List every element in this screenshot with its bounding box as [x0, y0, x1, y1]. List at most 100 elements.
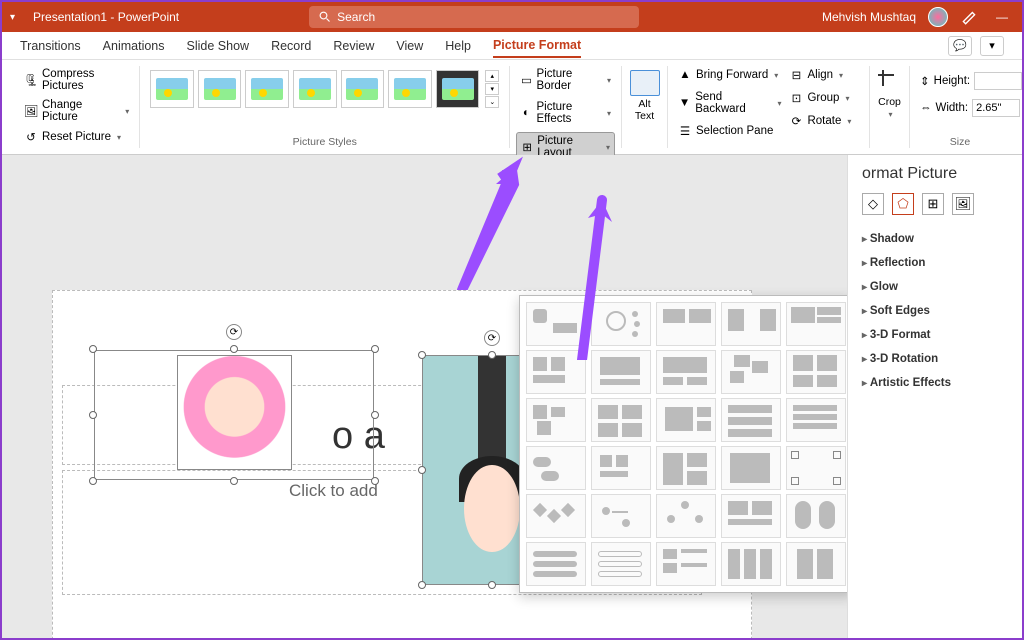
resize-handle[interactable] — [418, 351, 426, 359]
layout-option[interactable] — [786, 398, 846, 442]
layout-option[interactable] — [721, 398, 781, 442]
tab-animations[interactable]: Animations — [103, 35, 165, 57]
resize-handle[interactable] — [230, 477, 238, 485]
tab-review[interactable]: Review — [333, 35, 374, 57]
resize-handle[interactable] — [371, 477, 379, 485]
panel-section-soft-edges[interactable]: Soft Edges — [862, 299, 1008, 323]
panel-section-reflection[interactable]: Reflection — [862, 251, 1008, 275]
tab-slideshow[interactable]: Slide Show — [187, 35, 250, 57]
resize-handle[interactable] — [418, 466, 426, 474]
layout-option[interactable] — [786, 542, 846, 586]
chevron-down-icon: ▾ — [774, 71, 778, 80]
layout-option[interactable] — [656, 398, 716, 442]
layout-option[interactable] — [721, 494, 781, 538]
picture-effects-button[interactable]: ◐ Picture Effects ▾ — [516, 99, 615, 127]
resize-handle[interactable] — [89, 411, 97, 419]
compress-pictures-button[interactable]: 🗜 Compress Pictures — [20, 66, 133, 94]
inserted-picture-1[interactable] — [177, 355, 292, 470]
tab-help[interactable]: Help — [445, 35, 471, 57]
rotate-button[interactable]: ⟳ Rotate ▾ — [785, 112, 863, 130]
ribbon-options-button[interactable]: ▾ — [980, 36, 1004, 56]
group-button[interactable]: ⊡ Group ▾ — [785, 89, 863, 107]
tab-view[interactable]: View — [396, 35, 423, 57]
style-thumb[interactable] — [341, 70, 385, 108]
user-avatar[interactable] — [928, 7, 948, 27]
rotate-handle-icon[interactable]: ⟳ — [484, 330, 500, 346]
picture-border-button[interactable]: ▭ Picture Border ▾ — [516, 66, 615, 94]
tab-picture-format[interactable]: Picture Format — [493, 34, 581, 58]
resize-handle[interactable] — [371, 345, 379, 353]
layout-option[interactable] — [721, 446, 781, 490]
style-thumb[interactable] — [150, 70, 194, 108]
height-input[interactable] — [974, 72, 1022, 90]
style-thumb[interactable] — [198, 70, 242, 108]
layout-option[interactable] — [591, 398, 651, 442]
layout-option[interactable] — [786, 446, 846, 490]
gallery-up-button[interactable]: ▴ — [485, 70, 499, 82]
resize-handle[interactable] — [89, 345, 97, 353]
height-field: ⇕ Height: — [916, 70, 1004, 92]
selection-pane-button[interactable]: ☰ Selection Pane — [674, 122, 785, 140]
layout-option[interactable] — [526, 398, 586, 442]
resize-handle[interactable] — [230, 345, 238, 353]
effects-tab-icon[interactable]: ⬠ — [892, 193, 914, 215]
fill-tab-icon[interactable]: ◇ — [862, 193, 884, 215]
layout-option[interactable] — [721, 302, 781, 346]
panel-section-3d-format[interactable]: 3-D Format — [862, 323, 1008, 347]
change-picture-button[interactable]: 🖼 Change Picture ▾ — [20, 97, 133, 125]
layout-option[interactable] — [526, 494, 586, 538]
layout-option[interactable] — [526, 542, 586, 586]
style-thumb[interactable] — [245, 70, 289, 108]
width-icon: ⇔ — [920, 101, 932, 115]
panel-section-artistic-effects[interactable]: Artistic Effects — [862, 371, 1008, 395]
slide-canvas[interactable]: o a Click to add ⟳ ⟳ — [2, 155, 847, 638]
width-input[interactable] — [972, 99, 1020, 117]
crop-button[interactable]: Crop ▾ — [876, 66, 903, 123]
layout-option[interactable] — [721, 350, 781, 394]
layout-option[interactable] — [591, 542, 651, 586]
layout-option[interactable] — [526, 446, 586, 490]
layout-option[interactable] — [786, 494, 846, 538]
rotate-handle-icon[interactable]: ⟳ — [226, 324, 242, 340]
resize-handle[interactable] — [418, 581, 426, 589]
layout-option[interactable] — [591, 494, 651, 538]
layout-option[interactable] — [786, 302, 846, 346]
resize-handle[interactable] — [488, 351, 496, 359]
tab-transitions[interactable]: Transitions — [20, 35, 81, 57]
layout-option[interactable] — [591, 446, 651, 490]
align-button[interactable]: ⊟ Align ▾ — [785, 66, 863, 84]
size-tab-icon[interactable]: ⊞ — [922, 193, 944, 215]
panel-section-3d-rotation[interactable]: 3-D Rotation — [862, 347, 1008, 371]
resize-handle[interactable] — [488, 581, 496, 589]
tab-record[interactable]: Record — [271, 35, 311, 57]
minimize-button[interactable]: — — [990, 10, 1014, 24]
gallery-more-button[interactable]: ⌄ — [485, 96, 499, 108]
panel-section-glow[interactable]: Glow — [862, 275, 1008, 299]
quick-access-dropdown[interactable]: ▾ — [10, 12, 15, 23]
search-input[interactable]: Search — [309, 6, 639, 28]
layout-option[interactable] — [656, 494, 716, 538]
alt-text-button[interactable]: Alt Text — [628, 66, 661, 126]
layout-option[interactable] — [786, 350, 846, 394]
drawing-mode-icon[interactable] — [960, 8, 978, 26]
reset-picture-button[interactable]: ↺ Reset Picture ▾ — [20, 128, 133, 146]
resize-handle[interactable] — [371, 411, 379, 419]
bring-forward-button[interactable]: ▲ Bring Forward ▾ — [674, 66, 785, 84]
send-backward-button[interactable]: ▼ Send Backward ▾ — [674, 89, 785, 117]
layout-option[interactable] — [656, 542, 716, 586]
resize-handle[interactable] — [89, 477, 97, 485]
layout-option[interactable] — [656, 350, 716, 394]
picture-styles-gallery[interactable]: ▴ ▾ ⌄ — [146, 66, 503, 112]
layout-option[interactable] — [721, 542, 781, 586]
picture-tab-icon[interactable]: 🖼 — [952, 193, 974, 215]
layout-option[interactable] — [656, 302, 716, 346]
height-icon: ⇕ — [920, 74, 930, 88]
layout-option[interactable] — [656, 446, 716, 490]
gallery-down-button[interactable]: ▾ — [485, 83, 499, 95]
annotation-arrow — [562, 180, 622, 365]
style-thumb[interactable] — [388, 70, 432, 108]
panel-section-shadow[interactable]: Shadow — [862, 227, 1008, 251]
comments-button[interactable]: 💬 — [948, 36, 972, 56]
style-thumb[interactable] — [436, 70, 480, 108]
style-thumb[interactable] — [293, 70, 337, 108]
